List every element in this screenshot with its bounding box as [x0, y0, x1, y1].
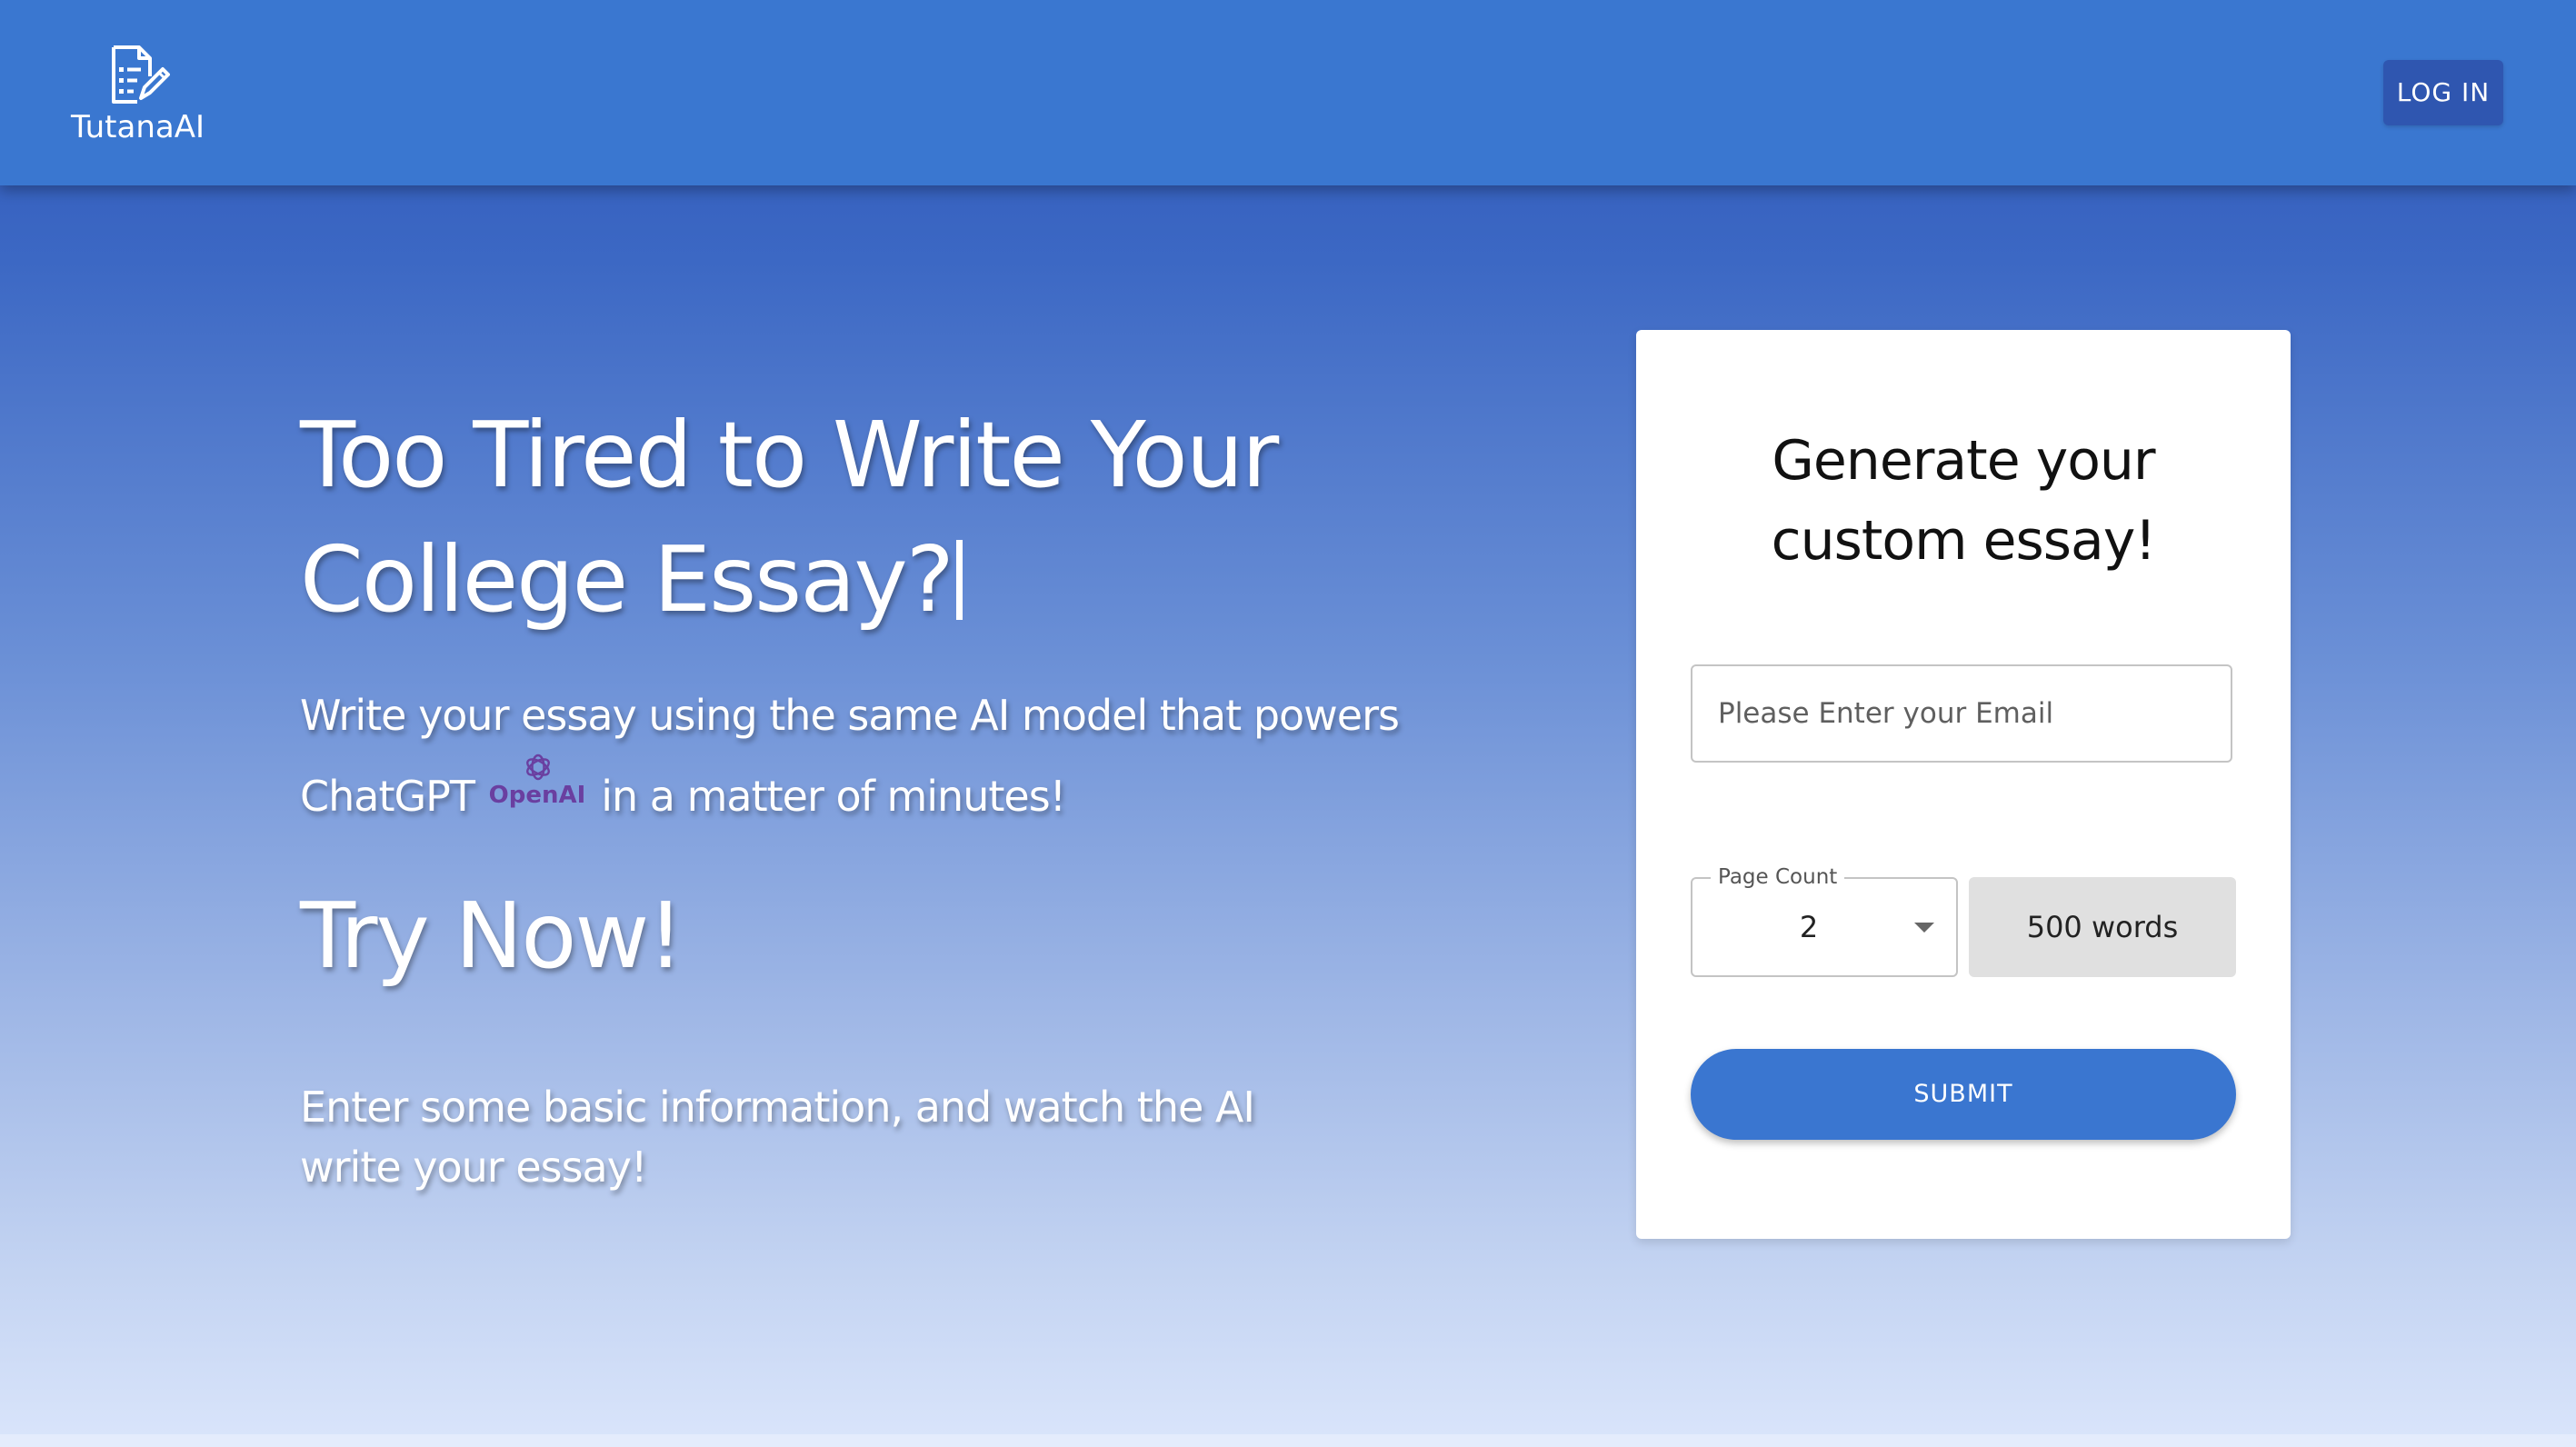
- page-bottom-edge: [0, 1434, 2576, 1447]
- openai-logo-text: OpenAI: [488, 782, 586, 809]
- openai-logo-icon: [525, 753, 550, 781]
- form-title: Generate your custom essay!: [1636, 421, 2291, 581]
- app-bar: TutanaAI LOG IN: [0, 0, 2576, 185]
- openai-logo: OpenAI: [487, 753, 589, 818]
- caret-down-icon: [1914, 923, 1934, 933]
- try-now-heading: Try Now!: [300, 883, 684, 989]
- login-button[interactable]: LOG IN: [2383, 60, 2503, 125]
- submit-button[interactable]: SUBMIT: [1691, 1049, 2236, 1140]
- document-pencil-icon: [112, 45, 170, 104]
- hero-subtitle: Write your essay using the same AI model…: [300, 676, 1409, 835]
- hero-section: Too Tired to Write Your College Essay? W…: [300, 393, 1409, 1197]
- word-count-button[interactable]: 500 words: [1969, 877, 2236, 977]
- hero-subtitle-end: in a matter of minutes!: [601, 772, 1066, 821]
- typing-cursor: [955, 540, 963, 620]
- brand-logo[interactable]: TutanaAI: [71, 44, 205, 145]
- essay-form-card: Generate your custom essay! Page Count 2…: [1636, 330, 2291, 1239]
- form-title-line1: Generate your: [1772, 429, 2155, 493]
- page-count-value: 2: [1799, 910, 1819, 944]
- email-field[interactable]: [1691, 664, 2232, 763]
- hero-title-text: Too Tired to Write Your College Essay?: [300, 402, 1279, 633]
- hero-info-text: Enter some basic information, and watch …: [300, 1083, 1255, 1192]
- hero-title: Too Tired to Write Your College Essay?: [300, 393, 1409, 642]
- brand-name: TutanaAI: [71, 109, 205, 145]
- page-count-select[interactable]: Page Count 2: [1691, 864, 1958, 977]
- form-title-line2: custom essay!: [1771, 509, 2157, 573]
